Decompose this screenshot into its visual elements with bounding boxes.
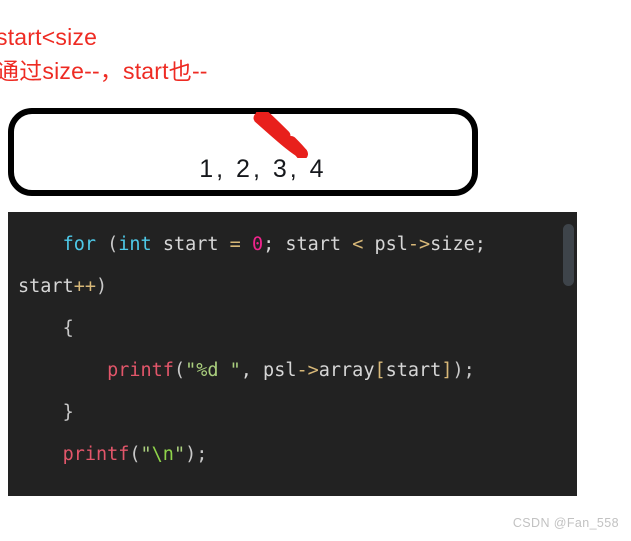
sequence-prefix: 1, 2, 3, <box>199 155 310 183</box>
line-close-brace: } <box>18 402 74 423</box>
annotation-line-condition: start<size <box>0 24 98 50</box>
code-block: assert(psl); for (int start = 0; start <… <box>8 212 577 496</box>
code-scrollbar[interactable] <box>563 224 574 286</box>
line-printf-n: printf("\n"); <box>62 444 208 465</box>
callout-box: 1, 2, 3, 4 <box>8 108 478 196</box>
line-open-brace: { <box>18 318 74 339</box>
line-for: for (int start = 0; start < psl->size; s… <box>18 234 498 297</box>
line-printf-d: printf("%d ", psl->array[start]); <box>107 360 475 381</box>
sequence-struck-value: 4 <box>309 155 327 183</box>
line-assert: assert(psl); <box>8 212 577 224</box>
callout-sequence: 1, 2, 3, 4 <box>14 126 472 213</box>
annotation-line-explanation: 通过size--，start也-- <box>0 58 208 84</box>
annotation-notes: start<size 通过size--，start也-- <box>0 20 631 88</box>
watermark: CSDN @Fan_558 <box>512 516 619 530</box>
code-lines-container: assert(psl); for (int start = 0; start <… <box>8 212 577 476</box>
